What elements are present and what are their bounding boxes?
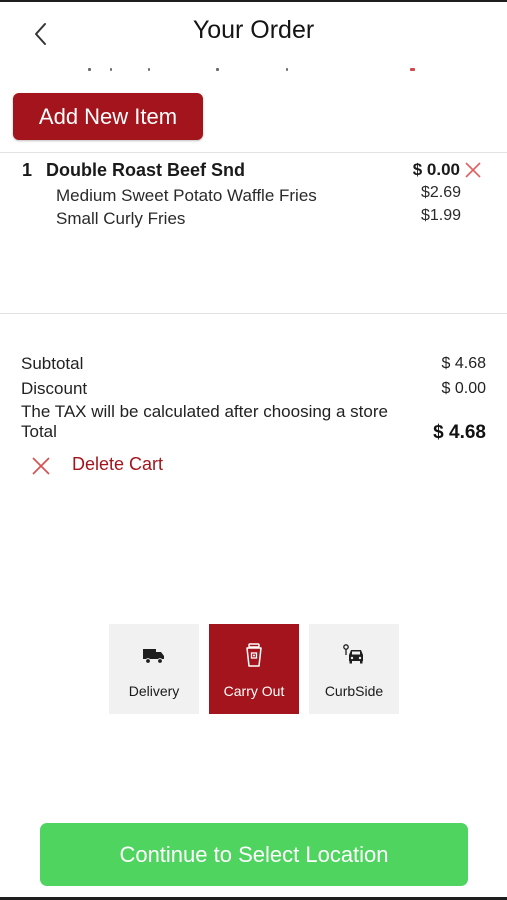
order-type-label: CurbSide [324, 683, 384, 699]
divider-top [0, 152, 507, 153]
remove-item-button[interactable] [464, 161, 482, 179]
discount-label: Discount [21, 379, 88, 398]
order-type-label: Delivery [128, 683, 180, 699]
item-price: $ 0.00 [412, 160, 460, 179]
cup-icon [246, 643, 262, 667]
delete-cart-label: Delete Cart [72, 453, 164, 474]
subtotal-value: $ 4.68 [441, 355, 486, 372]
car-icon [343, 644, 363, 664]
add-new-item-button[interactable]: Add New Item [13, 93, 203, 140]
close-icon [465, 162, 481, 178]
subtotal-label: Subtotal [21, 354, 84, 373]
delete-cart-button[interactable]: Delete Cart [30, 451, 163, 477]
close-icon [32, 457, 50, 475]
clipped-previous-content [70, 64, 430, 78]
item-quantity: 1 [22, 160, 33, 180]
top-edge [0, 0, 507, 2]
modifier-price: $2.69 [420, 184, 461, 201]
modifier-price: $1.99 [420, 207, 461, 224]
modifier-name: Medium Sweet Potato Waffle Fries [56, 186, 317, 205]
order-type-delivery[interactable]: Delivery [109, 624, 199, 714]
order-type-carry-out[interactable]: Carry Out [209, 624, 299, 714]
order-type-curbside[interactable]: CurbSide [309, 624, 399, 714]
continue-to-select-location-button[interactable]: Continue to Select Location [40, 823, 468, 886]
tax-note: The TAX will be calculated after choosin… [21, 402, 388, 421]
page-title: Your Order [192, 16, 315, 44]
order-type-label: Carry Out [223, 683, 285, 699]
modifier-name: Small Curly Fries [56, 209, 186, 228]
discount-value: $ 0.00 [441, 380, 486, 397]
total-label: Total [21, 422, 57, 441]
truck-icon [143, 649, 164, 664]
divider-summary [0, 313, 507, 314]
item-name: Double Roast Beef Snd [46, 160, 246, 180]
total-value: $ 4.68 [433, 422, 486, 443]
